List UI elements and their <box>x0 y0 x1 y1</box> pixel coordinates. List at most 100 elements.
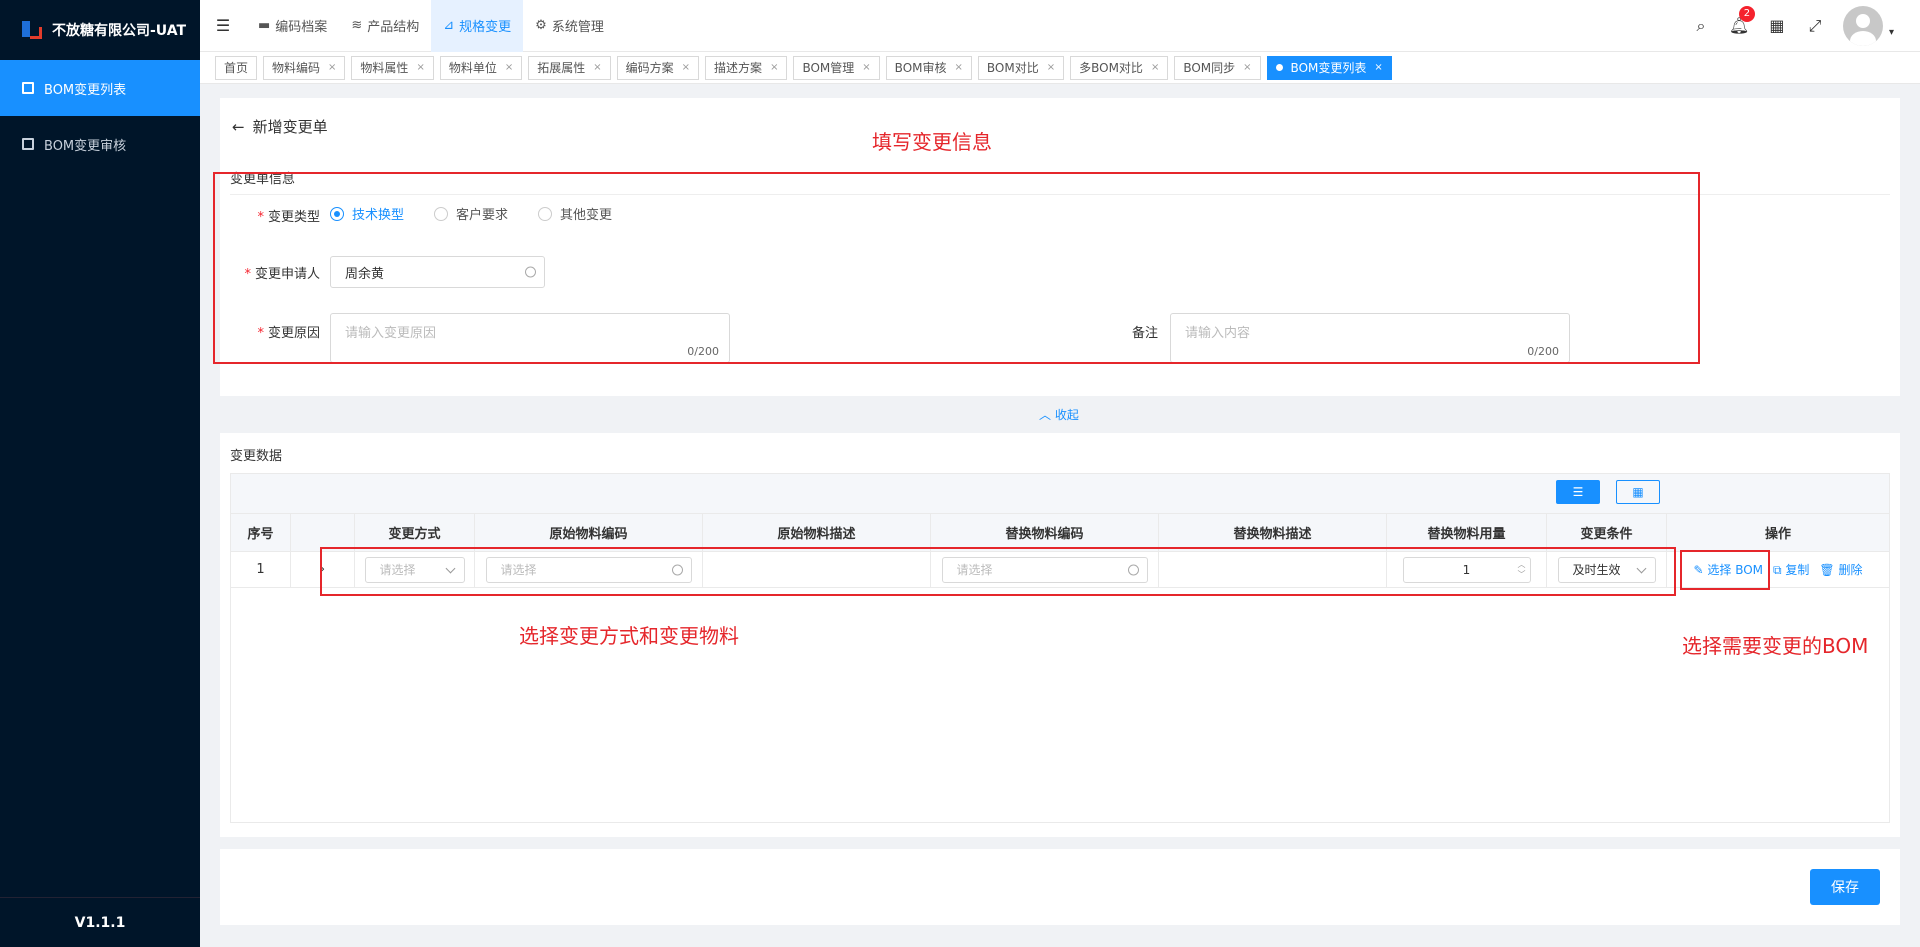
close-icon[interactable]: × <box>955 62 963 73</box>
qrcode-icon[interactable]: ▦ <box>1767 16 1787 36</box>
nav-product-structure[interactable]: ≋ 产品结构 <box>339 0 431 52</box>
collapse-link[interactable]: ︿ 收起 <box>1039 406 1079 423</box>
tab-label: BOM同步 <box>1183 61 1236 75</box>
arrow-left-icon[interactable]: ← <box>232 118 245 136</box>
back-header[interactable]: ← 新增变更单 <box>232 116 328 137</box>
footer-card: 保存 <box>220 849 1900 925</box>
tab-bom-compare[interactable]: BOM对比 × <box>977 55 1065 80</box>
list-icon: ☰ <box>1572 485 1584 499</box>
col-header: 替换物料用量 <box>1387 514 1547 551</box>
logo-icon <box>20 19 44 41</box>
section-title: 变更数据 <box>230 449 283 464</box>
tab-bom-review[interactable]: BOM审核 × <box>885 55 972 80</box>
top-nav: ▬ 编码档案 ≋ 产品结构 ⊿ 规格变更 ⚙ 系统管理 <box>246 0 616 52</box>
tab-material-code[interactable]: 物料编码 × <box>263 55 346 80</box>
nav-system-management[interactable]: ⚙ 系统管理 <box>523 0 616 52</box>
chevron-up-icon: ︿ <box>1039 408 1052 422</box>
page-title: 新增变更单 <box>252 118 328 136</box>
notification-badge: 2 <box>1738 5 1755 22</box>
nav-label: 编码档案 <box>275 20 328 35</box>
col-header: 替换物料编码 <box>931 514 1159 551</box>
close-icon[interactable]: × <box>416 62 424 73</box>
tab-label: BOM变更列表 <box>1290 61 1367 75</box>
fullscreen-icon[interactable]: ⤢ <box>1805 16 1825 36</box>
layers-icon: ≋ <box>351 18 363 33</box>
list-view-button[interactable]: ☰ <box>1556 480 1600 504</box>
version-label: V1.1.1 <box>0 897 200 947</box>
tab-label: 物料编码 <box>272 61 321 75</box>
close-icon[interactable]: × <box>1151 62 1159 73</box>
active-dot-icon <box>1275 64 1283 71</box>
annotation-select-bom: 选择需要变更的BOM <box>1682 634 1869 658</box>
tab-home[interactable]: 首页 <box>215 55 258 80</box>
col-header: 替换物料描述 <box>1159 514 1387 551</box>
close-icon[interactable]: × <box>682 62 690 73</box>
col-header: 变更方式 <box>355 514 475 551</box>
close-icon[interactable]: × <box>1243 62 1251 73</box>
tab-label: BOM对比 <box>986 61 1039 75</box>
tab-code-scheme[interactable]: 编码方案 × <box>616 55 700 80</box>
close-icon[interactable]: × <box>505 62 513 73</box>
tab-bom-change-list[interactable]: BOM变更列表 × <box>1266 55 1392 80</box>
tab-label: BOM管理 <box>802 61 855 75</box>
close-icon[interactable]: × <box>770 62 778 73</box>
nav-label: 系统管理 <box>551 20 604 35</box>
nav-spec-change[interactable]: ⊿ 规格变更 <box>431 0 524 52</box>
tab-desc-scheme[interactable]: 描述方案 × <box>705 55 788 80</box>
col-header: 序号 <box>231 514 291 551</box>
grid-toolbar: ☰ ▦ <box>230 473 1890 513</box>
tab-label: 描述方案 <box>714 61 763 75</box>
close-icon[interactable]: × <box>1047 62 1055 73</box>
col-header <box>291 514 355 551</box>
tab-label: 物料单位 <box>448 61 497 75</box>
close-icon[interactable]: × <box>328 62 336 73</box>
tab-label: 拓展属性 <box>537 61 586 75</box>
close-icon[interactable]: × <box>1374 62 1382 73</box>
sidebar-item-bom-change-review[interactable]: BOM变更审核 <box>0 116 200 172</box>
tab-label: 物料属性 <box>360 61 409 75</box>
grid-icon: ▦ <box>1632 485 1644 499</box>
tabs-bar: 首页 物料编码 × 物料属性 × 物料单位 × 拓展属性 × 编码方案 × 描述方案 × B… <box>200 52 1920 84</box>
sidebar-item-label: BOM变更列表 <box>44 82 127 98</box>
col-header: 原始物料编码 <box>475 514 703 551</box>
tab-multi-bom-compare[interactable]: 多BOM对比 × <box>1070 55 1169 80</box>
search-icon[interactable]: ⌕ <box>1691 16 1711 36</box>
row-index: 1 <box>231 552 291 587</box>
edit-doc-icon <box>22 138 34 150</box>
col-header: 变更条件 <box>1547 514 1667 551</box>
grid-view-button[interactable]: ▦ <box>1616 480 1660 504</box>
gear-icon: ⚙ <box>535 18 547 33</box>
delete-button[interactable]: 🗑︎ 删除 <box>1819 561 1862 578</box>
copy-button[interactable]: ⧉ 复制 <box>1773 561 1809 578</box>
chevron-down-icon[interactable]: ▾ <box>1889 27 1894 38</box>
flow-icon: ⊿ <box>443 18 455 33</box>
tab-bom-manage[interactable]: BOM管理 × <box>793 55 880 80</box>
bell-icon[interactable]: 🔔︎ 2 <box>1729 5 1755 36</box>
tab-label: 编码方案 <box>625 61 674 75</box>
collapse-menu-icon[interactable]: ☰ <box>200 16 246 35</box>
close-icon[interactable]: × <box>862 62 870 73</box>
annotation-fill-info: 填写变更信息 <box>872 130 992 154</box>
tab-extended-attr[interactable]: 拓展属性 × <box>528 55 611 80</box>
annotation-select-method: 选择变更方式和变更物料 <box>519 624 739 648</box>
save-button[interactable]: 保存 <box>1810 869 1880 905</box>
nav-label: 产品结构 <box>367 20 420 35</box>
nav-code-archive[interactable]: ▬ 编码档案 <box>246 0 339 52</box>
folder-icon: ▬ <box>258 18 271 33</box>
annotation-box-bom <box>1680 550 1770 590</box>
col-header: 原始物料描述 <box>703 514 931 551</box>
sidebar-item-label: BOM变更审核 <box>44 138 127 154</box>
nav-label: 规格变更 <box>459 20 512 35</box>
sidebar-item-bom-change-list[interactable]: BOM变更列表 <box>0 60 200 116</box>
top-bar: ☰ ▬ 编码档案 ≋ 产品结构 ⊿ 规格变更 ⚙ 系统管理 ⌕ 🔔︎ 2 ▦ ⤢ ▾ <box>200 0 1920 52</box>
col-header: 操作 <box>1764 527 1791 542</box>
tab-bom-sync[interactable]: BOM同步 × <box>1174 55 1261 80</box>
tab-label: 首页 <box>224 61 249 75</box>
avatar[interactable] <box>1842 5 1883 46</box>
change-data-card: 变更数据 ☰ ▦ 序号 变更方式 原始物料编码 原始物料描述 替换物料编码 替换… <box>220 433 1900 837</box>
tab-material-unit[interactable]: 物料单位 × <box>439 55 523 80</box>
tab-material-attr[interactable]: 物料属性 × <box>351 55 434 80</box>
app-title: 不放糖有限公司-UAT <box>52 23 187 39</box>
close-icon[interactable]: × <box>593 62 601 73</box>
app-logo[interactable]: 不放糖有限公司-UAT <box>0 0 200 60</box>
